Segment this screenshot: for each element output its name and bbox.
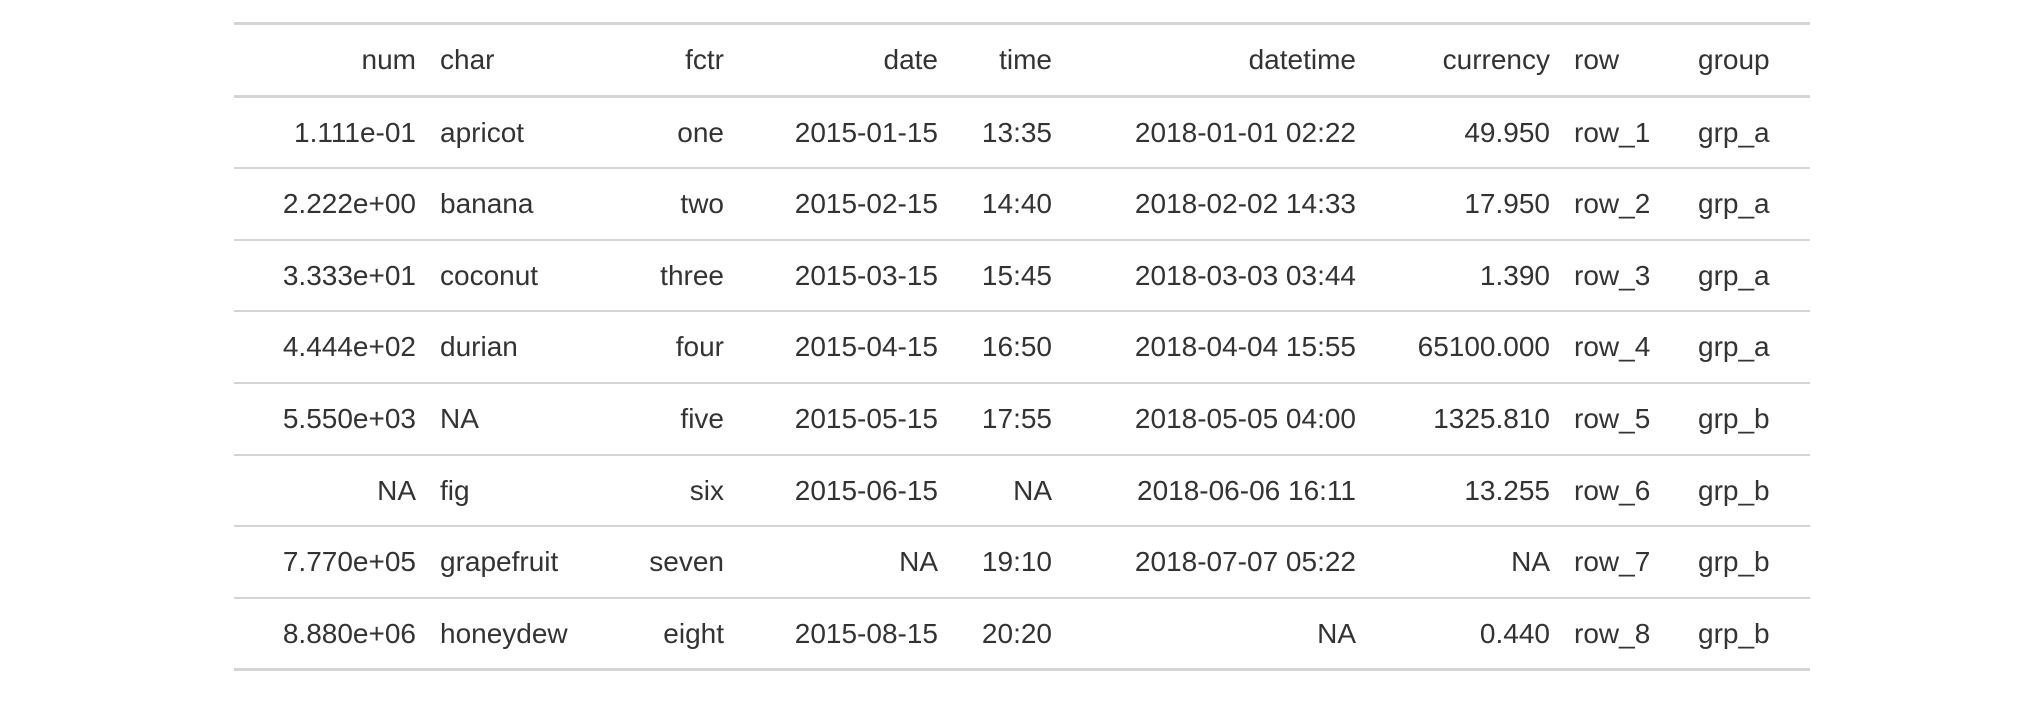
cell-time: 15:45 xyxy=(950,240,1064,312)
cell-row: row_7 xyxy=(1562,526,1686,598)
cell-fctr: four xyxy=(612,311,736,383)
cell-num: 7.770e+05 xyxy=(234,526,428,598)
cell-currency: 13.255 xyxy=(1368,455,1562,527)
cell-fctr: two xyxy=(612,168,736,240)
cell-datetime: 2018-05-05 04:00 xyxy=(1064,383,1368,455)
cell-date: 2015-03-15 xyxy=(736,240,950,312)
cell-datetime: 2018-01-01 02:22 xyxy=(1064,96,1368,168)
cell-group: grp_a xyxy=(1686,168,1810,240)
cell-num: 3.333e+01 xyxy=(234,240,428,312)
col-header-currency: currency xyxy=(1368,24,1562,97)
table-row: 2.222e+00bananatwo2015-02-1514:402018-02… xyxy=(234,168,1810,240)
cell-currency: 1.390 xyxy=(1368,240,1562,312)
col-header-date: date xyxy=(736,24,950,97)
cell-time: 20:20 xyxy=(950,598,1064,670)
cell-currency: 65100.000 xyxy=(1368,311,1562,383)
cell-num: 8.880e+06 xyxy=(234,598,428,670)
cell-char: fig xyxy=(428,455,612,527)
cell-date: 2015-08-15 xyxy=(736,598,950,670)
cell-currency: 49.950 xyxy=(1368,96,1562,168)
cell-date: 2015-05-15 xyxy=(736,383,950,455)
cell-date: 2015-04-15 xyxy=(736,311,950,383)
cell-currency: 0.440 xyxy=(1368,598,1562,670)
data-table: numcharfctrdatetimedatetimecurrencyrowgr… xyxy=(234,22,1810,671)
cell-time: 16:50 xyxy=(950,311,1064,383)
table-row: 5.550e+03NAfive2015-05-1517:552018-05-05… xyxy=(234,383,1810,455)
cell-group: grp_a xyxy=(1686,240,1810,312)
cell-char: durian xyxy=(428,311,612,383)
cell-char: banana xyxy=(428,168,612,240)
cell-datetime: 2018-02-02 14:33 xyxy=(1064,168,1368,240)
col-header-datetime: datetime xyxy=(1064,24,1368,97)
cell-group: grp_a xyxy=(1686,311,1810,383)
cell-char: NA xyxy=(428,383,612,455)
cell-group: grp_b xyxy=(1686,455,1810,527)
cell-currency: NA xyxy=(1368,526,1562,598)
cell-char: honeydew xyxy=(428,598,612,670)
col-header-num: num xyxy=(234,24,428,97)
cell-fctr: seven xyxy=(612,526,736,598)
cell-datetime: 2018-07-07 05:22 xyxy=(1064,526,1368,598)
cell-char: coconut xyxy=(428,240,612,312)
col-header-char: char xyxy=(428,24,612,97)
cell-date: NA xyxy=(736,526,950,598)
cell-time: 14:40 xyxy=(950,168,1064,240)
table-row: NAfigsix2015-06-15NA2018-06-06 16:1113.2… xyxy=(234,455,1810,527)
cell-row: row_1 xyxy=(1562,96,1686,168)
cell-currency: 17.950 xyxy=(1368,168,1562,240)
cell-date: 2015-06-15 xyxy=(736,455,950,527)
cell-fctr: one xyxy=(612,96,736,168)
cell-time: 19:10 xyxy=(950,526,1064,598)
table-row: 4.444e+02durianfour2015-04-1516:502018-0… xyxy=(234,311,1810,383)
cell-fctr: eight xyxy=(612,598,736,670)
table-row: 1.111e-01apricotone2015-01-1513:352018-0… xyxy=(234,96,1810,168)
cell-group: grp_b xyxy=(1686,383,1810,455)
cell-row: row_5 xyxy=(1562,383,1686,455)
cell-row: row_3 xyxy=(1562,240,1686,312)
table-row: 7.770e+05grapefruitsevenNA19:102018-07-0… xyxy=(234,526,1810,598)
header-row: numcharfctrdatetimedatetimecurrencyrowgr… xyxy=(234,24,1810,97)
cell-char: apricot xyxy=(428,96,612,168)
cell-group: grp_b xyxy=(1686,598,1810,670)
cell-datetime: NA xyxy=(1064,598,1368,670)
cell-row: row_8 xyxy=(1562,598,1686,670)
cell-currency: 1325.810 xyxy=(1368,383,1562,455)
cell-time: NA xyxy=(950,455,1064,527)
cell-group: grp_a xyxy=(1686,96,1810,168)
table-row: 3.333e+01coconutthree2015-03-1515:452018… xyxy=(234,240,1810,312)
col-header-fctr: fctr xyxy=(612,24,736,97)
cell-num: 5.550e+03 xyxy=(234,383,428,455)
col-header-time: time xyxy=(950,24,1064,97)
table-header: numcharfctrdatetimedatetimecurrencyrowgr… xyxy=(234,24,1810,97)
col-header-row: row xyxy=(1562,24,1686,97)
cell-fctr: five xyxy=(612,383,736,455)
cell-num: 2.222e+00 xyxy=(234,168,428,240)
cell-row: row_6 xyxy=(1562,455,1686,527)
cell-row: row_4 xyxy=(1562,311,1686,383)
col-header-group: group xyxy=(1686,24,1810,97)
cell-char: grapefruit xyxy=(428,526,612,598)
cell-fctr: six xyxy=(612,455,736,527)
cell-num: NA xyxy=(234,455,428,527)
cell-group: grp_b xyxy=(1686,526,1810,598)
cell-fctr: three xyxy=(612,240,736,312)
cell-datetime: 2018-03-03 03:44 xyxy=(1064,240,1368,312)
cell-date: 2015-01-15 xyxy=(736,96,950,168)
cell-time: 17:55 xyxy=(950,383,1064,455)
table-row: 8.880e+06honeydeweight2015-08-1520:20NA0… xyxy=(234,598,1810,670)
cell-num: 1.111e-01 xyxy=(234,96,428,168)
cell-date: 2015-02-15 xyxy=(736,168,950,240)
cell-num: 4.444e+02 xyxy=(234,311,428,383)
cell-datetime: 2018-04-04 15:55 xyxy=(1064,311,1368,383)
cell-row: row_2 xyxy=(1562,168,1686,240)
table-body: 1.111e-01apricotone2015-01-1513:352018-0… xyxy=(234,96,1810,670)
cell-time: 13:35 xyxy=(950,96,1064,168)
cell-datetime: 2018-06-06 16:11 xyxy=(1064,455,1368,527)
